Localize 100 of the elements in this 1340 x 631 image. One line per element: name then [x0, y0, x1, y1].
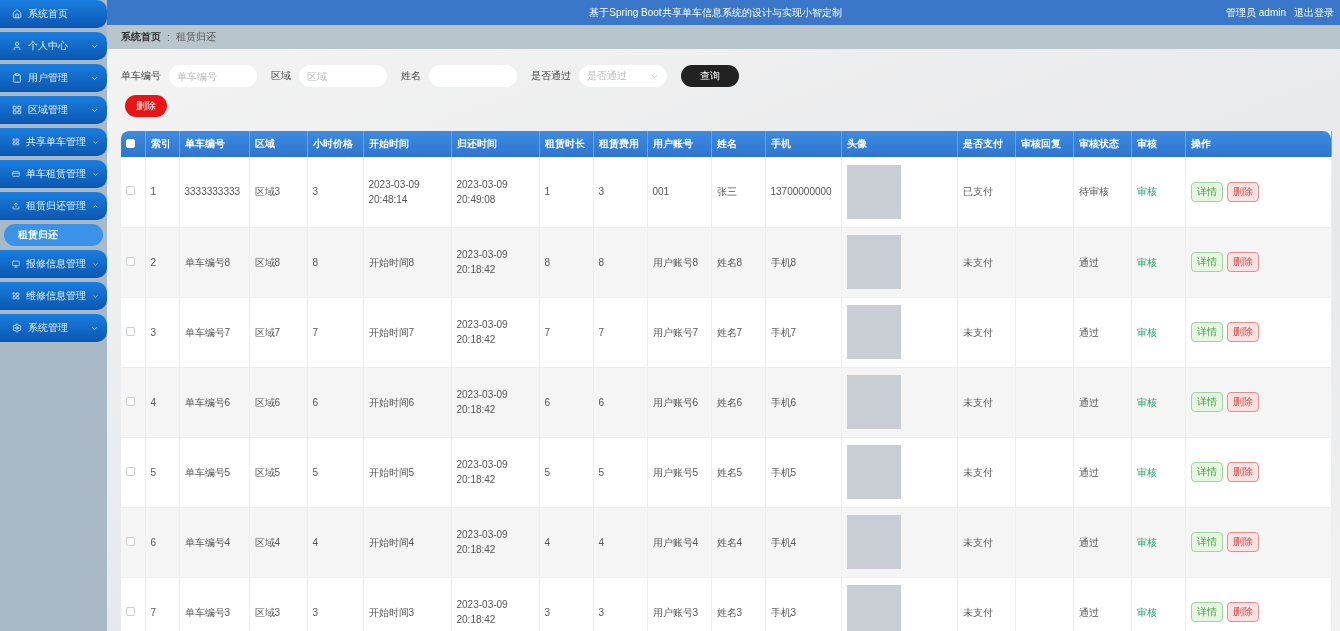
- column-header: 归还时间: [451, 131, 539, 157]
- sidebar-item[interactable]: 系统管理: [0, 314, 107, 342]
- table-cell: 单车编号3: [179, 577, 249, 631]
- table-cell: 6: [539, 367, 593, 437]
- table-cell: 5: [539, 437, 593, 507]
- table-cell: 通过: [1073, 577, 1131, 631]
- column-header: 头像: [841, 131, 957, 157]
- table-cell: 待审核: [1073, 157, 1131, 227]
- row-checkbox[interactable]: [126, 186, 135, 196]
- table-cell: 7: [307, 297, 363, 367]
- sidebar-item[interactable]: 共享单车管理: [0, 128, 107, 156]
- table-cell: 2023-03-09 20:49:08: [451, 157, 539, 227]
- column-header: 租赁费用: [593, 131, 647, 157]
- sidebar-item[interactable]: 报修信息管理: [0, 250, 107, 278]
- column-header: 审核回复: [1015, 131, 1073, 157]
- query-button[interactable]: 查询: [681, 65, 739, 87]
- table-cell: 单车编号6: [179, 367, 249, 437]
- avatar-placeholder: [846, 164, 901, 219]
- table-cell: 未支付: [957, 297, 1015, 367]
- row-delete-button[interactable]: 删除: [1226, 322, 1259, 342]
- table-cell: 单车编号7: [179, 297, 249, 367]
- sidebar-item[interactable]: 租赁归还管理: [0, 192, 107, 220]
- table-cell: 用户账号3: [647, 577, 711, 631]
- row-delete-button[interactable]: 删除: [1226, 392, 1259, 412]
- column-header: 区域: [249, 131, 307, 157]
- sidebar-item[interactable]: 个人中心: [0, 32, 107, 60]
- search-field[interactable]: 区域: [299, 65, 387, 87]
- table-cell: 手机5: [765, 437, 841, 507]
- table-cell: 4: [539, 507, 593, 577]
- table-cell: 区域3: [249, 157, 307, 227]
- row-checkbox[interactable]: [126, 256, 135, 266]
- grid-icon: [12, 105, 22, 115]
- detail-button[interactable]: 详情: [1190, 252, 1223, 272]
- row-checkbox[interactable]: [126, 396, 135, 406]
- table-cell: 开始时间6: [363, 367, 451, 437]
- table-cell: 7: [593, 297, 647, 367]
- review-link[interactable]: 审核: [1136, 256, 1157, 268]
- column-header: 审核状态: [1073, 131, 1131, 157]
- table-cell: 1: [539, 157, 593, 227]
- row-delete-button[interactable]: 删除: [1226, 602, 1259, 622]
- column-header: 操作: [1185, 131, 1331, 157]
- delete-button[interactable]: 删除: [125, 95, 167, 117]
- table-cell: 区域4: [249, 507, 307, 577]
- review-link[interactable]: 审核: [1136, 536, 1157, 548]
- home-icon: [12, 9, 22, 19]
- table-cell: 2023-03-09 20:18:42: [451, 227, 539, 297]
- table-cell: 2023-03-09 20:18:42: [451, 577, 539, 631]
- sidebar-item[interactable]: 系统首页: [0, 0, 107, 28]
- breadcrumb-item[interactable]: 系统首页: [121, 30, 161, 44]
- table-cell: 8: [593, 227, 647, 297]
- grid-icon: [12, 291, 20, 301]
- table-cell: 姓名6: [711, 367, 765, 437]
- row-checkbox[interactable]: [126, 326, 135, 336]
- table-cell: 区域7: [249, 297, 307, 367]
- detail-button[interactable]: 详情: [1190, 532, 1223, 552]
- row-checkbox[interactable]: [126, 536, 135, 546]
- avatar-placeholder: [846, 515, 901, 569]
- review-link[interactable]: 审核: [1136, 606, 1157, 618]
- table-cell: 单车编号8: [179, 227, 249, 297]
- table-cell: 单车编号5: [179, 437, 249, 507]
- sidebar-item[interactable]: 用户管理: [0, 64, 107, 92]
- table-cell: 姓名4: [711, 507, 765, 577]
- row-checkbox[interactable]: [126, 466, 135, 476]
- detail-button[interactable]: 详情: [1190, 462, 1223, 482]
- table-cell: 用户账号6: [647, 367, 711, 437]
- review-link[interactable]: 审核: [1136, 186, 1157, 198]
- logout-link[interactable]: 退出登录: [1294, 5, 1334, 20]
- row-delete-button[interactable]: 删除: [1226, 532, 1259, 552]
- user-label: 管理员 admin: [1226, 5, 1286, 20]
- row-checkbox[interactable]: [126, 606, 135, 616]
- review-link[interactable]: 审核: [1136, 466, 1157, 478]
- table-cell: 通过: [1073, 367, 1131, 437]
- review-link[interactable]: 审核: [1136, 396, 1157, 408]
- row-delete-button[interactable]: 删除: [1226, 462, 1259, 482]
- table-cell: 7: [539, 297, 593, 367]
- table-cell: 5: [593, 437, 647, 507]
- table-cell: 单车编号4: [179, 507, 249, 577]
- detail-button[interactable]: 详情: [1190, 181, 1223, 202]
- table-cell: 2023-03-09 20:18:42: [451, 297, 539, 367]
- sidebar-item[interactable]: 区域管理: [0, 96, 107, 124]
- table-cell: 已支付: [957, 157, 1015, 227]
- row-delete-button[interactable]: 删除: [1226, 252, 1259, 272]
- sidebar-item[interactable]: 单车租赁管理: [0, 160, 107, 188]
- detail-button[interactable]: 详情: [1190, 392, 1223, 412]
- table-cell: 开始时间4: [363, 507, 451, 577]
- detail-button[interactable]: 详情: [1190, 322, 1223, 342]
- table-cell: 用户账号7: [647, 297, 711, 367]
- table-cell: 6: [593, 367, 647, 437]
- breadcrumb-item: 租赁归还: [175, 30, 216, 44]
- table-cell: 用户账号8: [647, 227, 711, 297]
- row-delete-button[interactable]: 删除: [1226, 181, 1259, 202]
- sidebar-subitem[interactable]: 租赁归还: [4, 224, 103, 246]
- avatar-placeholder: [846, 445, 901, 499]
- review-link[interactable]: 审核: [1136, 326, 1157, 338]
- card-icon: [12, 169, 20, 179]
- table-cell: 通过: [1073, 227, 1131, 297]
- sidebar-item[interactable]: 维修信息管理: [0, 282, 107, 310]
- detail-button[interactable]: 详情: [1190, 602, 1223, 622]
- table-cell: 区域3: [249, 577, 307, 631]
- select-all-checkbox[interactable]: [126, 138, 135, 148]
